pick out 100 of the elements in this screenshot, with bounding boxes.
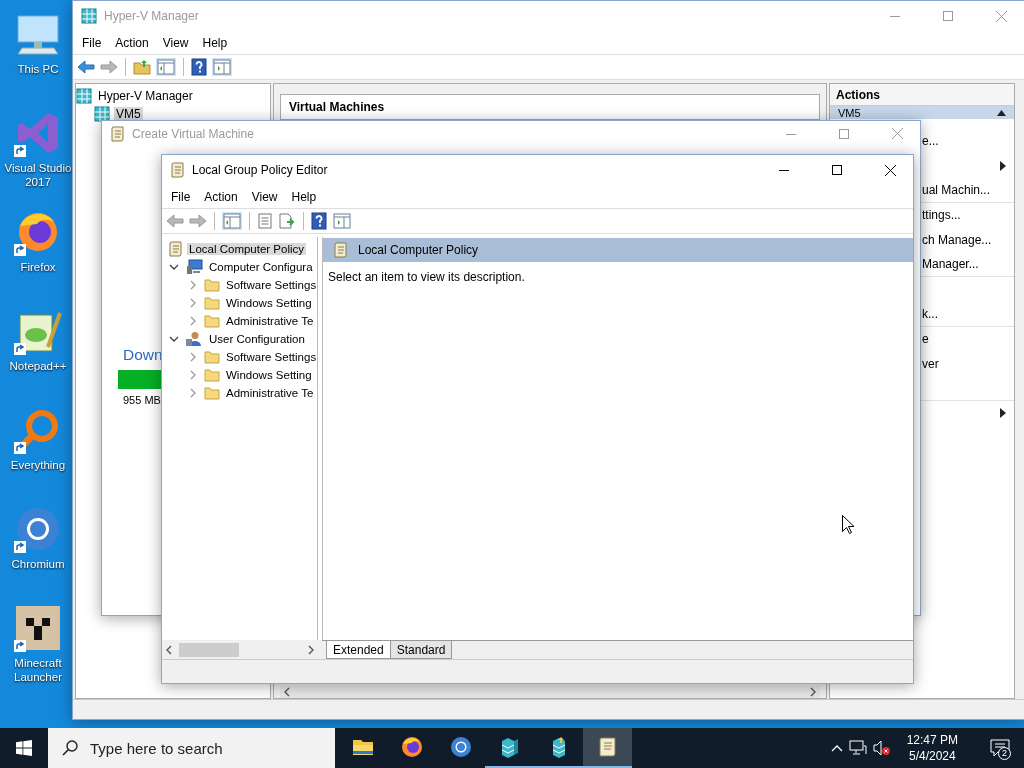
help-icon[interactable] [191,58,207,76]
maximize-icon [943,11,953,21]
forward-arrow-icon[interactable] [100,60,118,74]
tree-item[interactable]: User Configuration [207,333,307,345]
menu-item[interactable]: Action [197,187,245,206]
scroll-right-icon[interactable] [307,644,315,655]
app-document-icon [110,125,125,142]
scroll-right-icon[interactable] [809,687,817,697]
help-icon[interactable] [311,212,327,230]
fox-globe-icon [399,735,424,759]
menu-item[interactable]: Help [195,33,235,52]
app-grid-icon [81,8,97,24]
desktop-icon-label[interactable]: Visual Studio 2017 [2,161,74,189]
app-document-icon [170,162,185,178]
tree-item[interactable]: Software Settings [224,351,319,363]
submenu-arrow-icon[interactable] [1000,408,1006,419]
computer-icon [185,259,203,275]
task-link[interactable]: ver [922,356,939,371]
maximize-icon [839,128,849,139]
chevron-right-icon[interactable] [188,388,198,398]
block-icon [14,604,62,652]
menu-item[interactable]: File [164,187,198,206]
close-icon [995,10,1007,22]
cursor-icon [842,515,854,534]
desktop-icon-label[interactable]: Chromium [2,557,74,571]
task-link[interactable]: e... [922,134,939,149]
tree-item[interactable]: Computer Configura [207,261,315,273]
panel-header: Actions [830,84,1014,106]
horizontal-scrollbar[interactable] [162,640,318,659]
properties-icon[interactable] [257,213,273,229]
scroll-document-icon [168,241,183,257]
console-tree-icon[interactable] [222,212,242,230]
task-link[interactable]: ch Manage... [922,232,992,247]
desktop-icon-label[interactable]: Minecraft Launcher [2,656,74,684]
export-list-icon[interactable] [278,213,296,229]
chevron-right-icon[interactable] [188,370,198,380]
tree-item[interactable]: Software Settings [224,279,319,291]
size-label: 955 MB [123,394,161,406]
menu-item[interactable]: Action [108,33,156,52]
task-link[interactable]: ual Machin... [922,182,991,197]
menu-item[interactable]: View [155,33,196,52]
submenu-arrow-icon[interactable] [1000,160,1006,171]
folder-up-icon[interactable] [133,59,151,75]
panel-header: Virtual Machines [280,94,820,120]
chevron-right-icon[interactable] [188,298,198,308]
back-arrow-icon[interactable] [77,60,95,74]
tree-item[interactable]: Administrative Te [224,315,316,327]
heading: Down [123,345,163,365]
chevron-right-icon[interactable] [188,352,198,362]
task-link[interactable]: k... [922,306,938,321]
description-text: Select an item to view its description. [327,269,526,286]
notification-button[interactable]: 2 [980,728,1020,768]
chevron-down-icon[interactable] [169,334,179,344]
action-group-header[interactable]: VM5 [830,106,1014,119]
close-icon [884,164,896,176]
search-field[interactable]: Type here to search [88,738,335,758]
search-box[interactable]: Type here to search [48,728,335,768]
desktop-icon-label[interactable]: This PC [2,62,74,76]
tab[interactable]: Extended [326,641,391,659]
task-link[interactable]: ttings... [922,208,961,223]
forward-arrow-icon[interactable] [189,214,207,228]
menu-item[interactable]: File [75,33,109,52]
tree-item[interactable]: Windows Setting [224,297,314,309]
desktop-icon-label[interactable]: Everything [2,458,74,472]
tree-item[interactable]: Administrative Te [224,387,316,399]
action-pane-icon[interactable] [332,212,352,230]
desktop-icon-label[interactable]: Firefox [2,260,74,274]
window-title: Local Group Policy Editor [192,163,329,177]
volume-muted-icon[interactable] [872,740,891,756]
horizontal-scrollbar[interactable] [280,686,820,698]
chevron-up-icon[interactable] [830,744,843,752]
chevron-right-icon[interactable] [188,280,198,290]
task-link[interactable]: Manager... [922,257,979,272]
tree-item[interactable]: Windows Setting [224,369,314,381]
folder-icon [204,350,220,364]
detail-header: Local Computer Policy [323,238,913,262]
folder-icon [204,368,220,382]
tree-item[interactable]: Local Computer Policy [187,243,307,255]
clock[interactable]: 12:47 PM 5/4/2024 [900,731,964,765]
windows-logo-icon [16,740,32,756]
action-pane-icon[interactable] [212,58,232,76]
tab[interactable]: Standard [389,641,453,659]
chevron-right-icon[interactable] [188,316,198,326]
scroll-left-icon[interactable] [165,644,173,655]
tree-item[interactable]: VM5 [114,107,143,121]
folder-icon [204,386,220,400]
network-icon[interactable] [848,740,867,756]
menu-item[interactable]: View [244,187,285,206]
task-link[interactable]: e [922,332,929,347]
back-arrow-icon[interactable] [166,214,184,228]
scroll-left-icon[interactable] [283,687,291,697]
taskbar-app-button[interactable] [583,728,632,768]
window-title: Create Virtual Machine [132,126,255,141]
console-tree-icon[interactable] [156,58,176,76]
desktop-icon-label[interactable]: Notepad++ [2,359,74,373]
chevron-down-icon[interactable] [169,262,179,272]
tree-item[interactable]: Hyper-V Manager [96,89,195,103]
user-icon [185,331,203,347]
menu-item[interactable]: Help [284,187,324,206]
close-icon [891,128,903,139]
